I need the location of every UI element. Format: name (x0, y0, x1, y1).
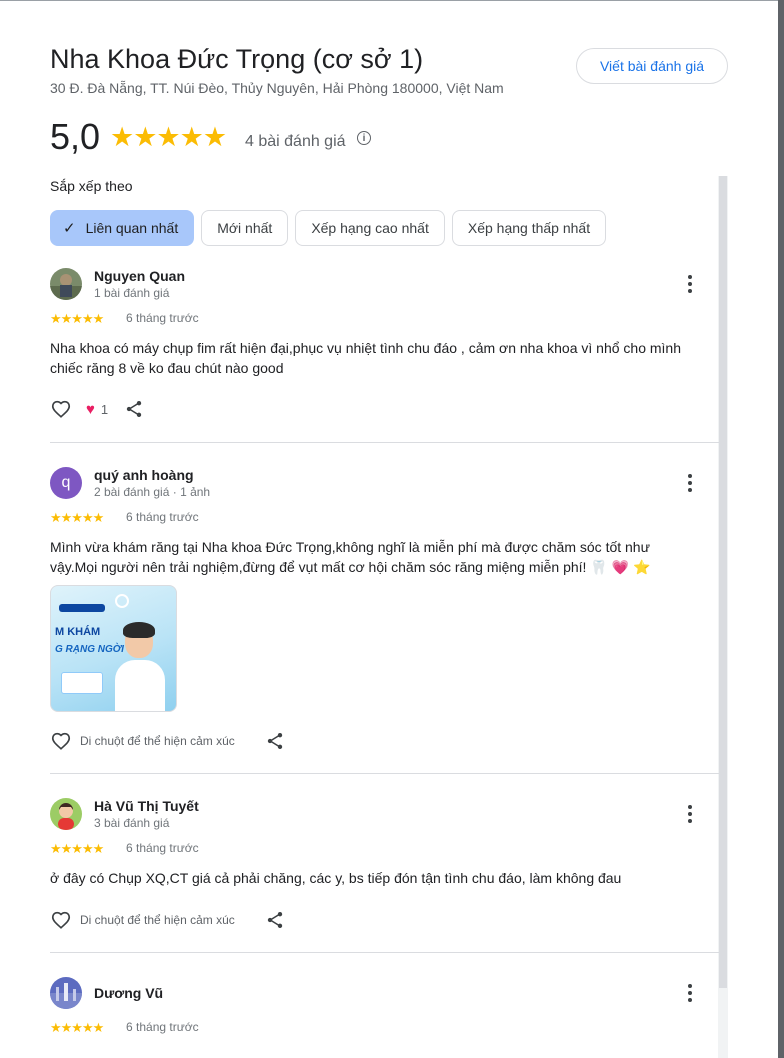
sort-chips: ✓ Liên quan nhất Mới nhất Xếp hạng cao n… (50, 210, 607, 246)
review-text: ở đây có Chụp XQ,CT giá cả phải chăng, c… (50, 870, 622, 886)
reviewer-meta: 3 bài đánh giá (94, 816, 170, 830)
info-icon[interactable]: i (357, 131, 371, 145)
review-photo[interactable]: M KHÁM G RẠNG NGỜI (50, 585, 177, 712)
photo-badge (61, 672, 103, 694)
reviewer-name[interactable]: Nguyen Quan (94, 268, 185, 284)
reaction-hint: Di chuột để thể hiện cảm xúc (80, 913, 235, 927)
sort-chip-label: Xếp hạng cao nhất (311, 220, 429, 236)
photo-text: M KHÁM (55, 626, 101, 638)
more-options-icon[interactable] (680, 471, 700, 495)
review-text: Nha khoa có máy chụp fim rất hiện đại,ph… (50, 340, 681, 376)
average-rating: 5,0 (50, 116, 101, 157)
sort-chip-label: Xếp hạng thấp nhất (467, 220, 591, 236)
reviewer-name[interactable]: Dương Vũ (94, 985, 163, 1001)
photo-person (115, 660, 165, 711)
photo-banner (59, 604, 105, 612)
reviewer-name[interactable]: quý anh hoàng (94, 467, 194, 483)
share-icon[interactable] (124, 399, 144, 419)
sort-chip-highest[interactable]: Xếp hạng cao nhất (295, 210, 445, 246)
rating-stars: ★★★★★ (110, 122, 227, 152)
review-stars: ★★★★★ (50, 510, 104, 525)
avatar[interactable] (50, 798, 82, 830)
clinic-logo-icon (115, 594, 129, 608)
review-count: 4 bài đánh giá (245, 133, 346, 150)
review-time: 6 tháng trước (126, 1020, 199, 1034)
more-options-icon[interactable] (680, 802, 700, 826)
review-item: Hà Vũ Thị Tuyết 3 bài đánh giá ★★★★★ 6 t… (50, 798, 720, 938)
reaction-count: 1 (100, 401, 109, 417)
window-top-border (0, 0, 784, 1)
reviewer-name[interactable]: Hà Vũ Thị Tuyết (94, 798, 199, 814)
reaction-hint: Di chuột để thể hiện cảm xúc (80, 734, 235, 748)
review-stars: ★★★★★ (50, 841, 104, 856)
heart-outline-icon[interactable] (50, 909, 72, 931)
avatar-photo-icon (50, 268, 82, 300)
sort-chip-label: Liên quan nhất (85, 220, 179, 236)
more-options-icon[interactable] (680, 981, 700, 1005)
divider (50, 773, 720, 774)
reviewer-meta: 2 bài đánh giá · 1 ảnh (94, 485, 211, 499)
write-review-button[interactable]: Viết bài đánh giá (576, 48, 728, 84)
review-time: 6 tháng trước (126, 311, 199, 325)
review-time: 6 tháng trước (126, 510, 199, 524)
heart-outline-icon[interactable] (50, 730, 72, 752)
review-actions: ♥ 1 (50, 398, 144, 420)
divider (50, 442, 720, 443)
review-item: Nguyen Quan 1 bài đánh giá ★★★★★ 6 tháng… (50, 268, 720, 428)
heart-outline-icon[interactable] (50, 398, 72, 420)
review-item: q quý anh hoàng 2 bài đánh giá · 1 ảnh ★… (50, 467, 720, 757)
check-icon: ✓ (63, 220, 76, 237)
avatar-photo-icon (50, 977, 82, 1009)
avatar[interactable]: q (50, 467, 82, 499)
avatar[interactable] (50, 268, 82, 300)
review-time: 6 tháng trước (126, 841, 199, 855)
sort-chip-newest[interactable]: Mới nhất (201, 210, 289, 246)
scrollbar-thumb[interactable] (719, 176, 727, 988)
window-right-border (778, 0, 784, 1058)
sort-chip-relevant[interactable]: ✓ Liên quan nhất (50, 210, 195, 246)
photo-person (123, 622, 155, 638)
share-icon[interactable] (265, 731, 285, 751)
review-stars: ★★★★★ (50, 311, 104, 326)
review-item: Dương Vũ ★★★★★ 6 tháng trước (50, 977, 720, 1047)
avatar-photo-icon (50, 798, 82, 830)
more-options-icon[interactable] (680, 272, 700, 296)
heart-icon: ♥ (86, 400, 95, 418)
review-actions: Di chuột để thể hiện cảm xúc (50, 909, 285, 931)
review-text: Mình vừa khám răng tại Nha khoa Đức Trọn… (50, 539, 651, 575)
reviewer-meta: 1 bài đánh giá (94, 286, 170, 300)
place-address: 30 Đ. Đà Nẵng, TT. Núi Đèo, Thủy Nguyên,… (50, 80, 504, 96)
sort-label: Sắp xếp theo (50, 178, 133, 194)
place-title: Nha Khoa Đức Trọng (cơ sở 1) (50, 44, 424, 74)
review-stars: ★★★★★ (50, 1020, 104, 1035)
review-actions: Di chuột để thể hiện cảm xúc (50, 730, 285, 752)
reaction-summary[interactable]: ♥ 1 (86, 401, 108, 418)
divider (50, 952, 720, 953)
photo-text: G RẠNG NGỜI (55, 644, 124, 655)
sort-chip-label: Mới nhất (217, 220, 273, 236)
sort-chip-lowest[interactable]: Xếp hạng thấp nhất (451, 210, 607, 246)
share-icon[interactable] (265, 910, 285, 930)
avatar[interactable] (50, 977, 82, 1009)
